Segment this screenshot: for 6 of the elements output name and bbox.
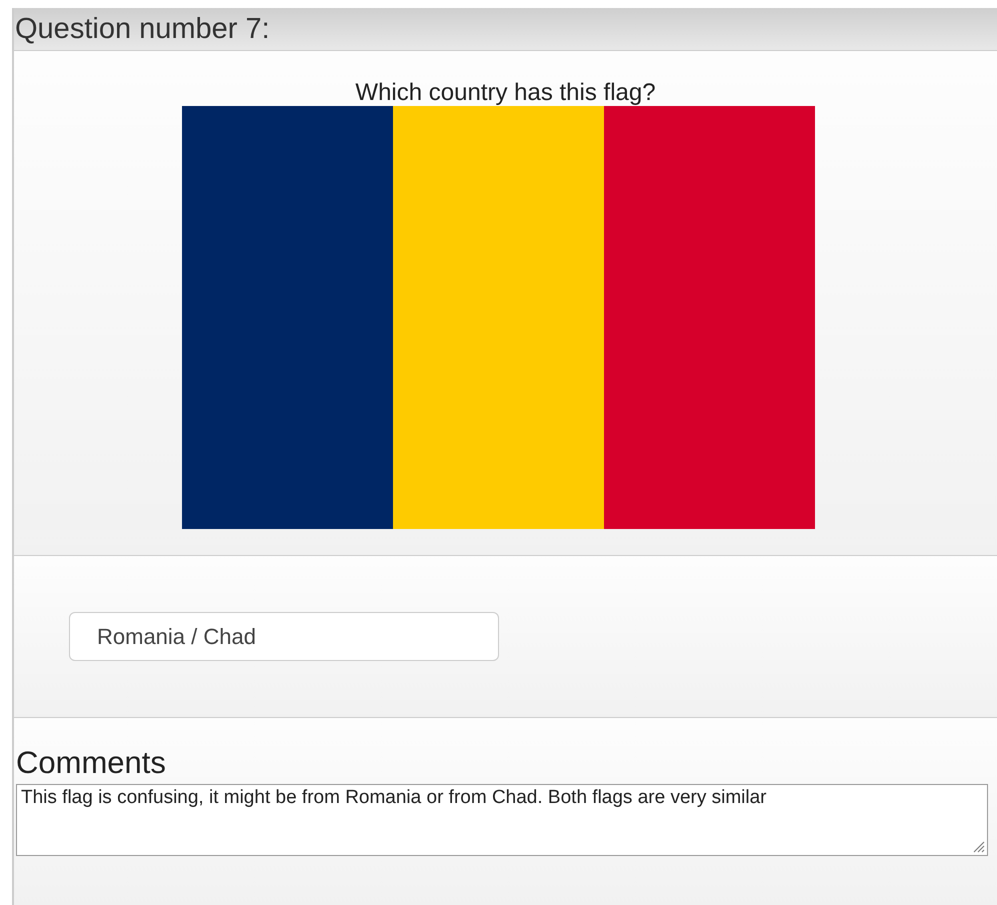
resize-grip-icon[interactable] <box>973 841 985 853</box>
comments-label: Comments <box>16 745 167 781</box>
question-title: Question number 7: <box>15 12 270 46</box>
comments-field[interactable]: This flag is confusing, it might be from Romania or from Chad. Both flags are very similar <box>16 784 988 856</box>
answer-field[interactable]: Romania / Chad <box>69 612 499 661</box>
question-text: Which country has this flag? <box>355 78 656 108</box>
